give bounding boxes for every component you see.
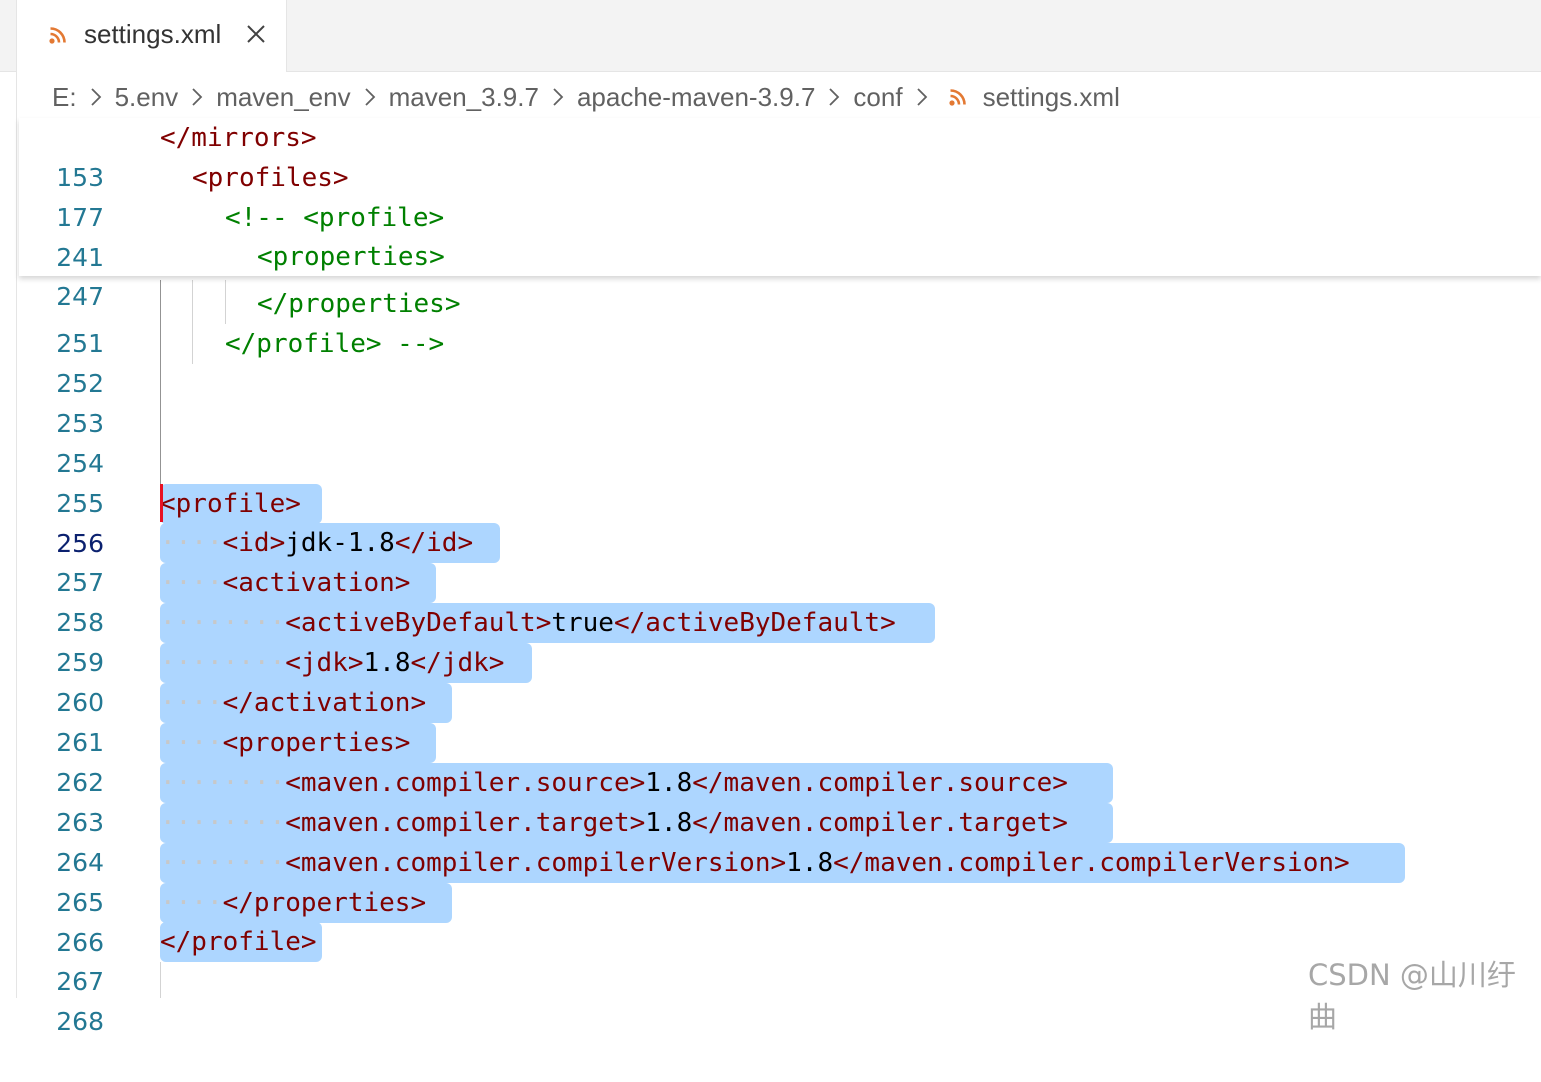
code-line[interactable]: 251 </properties> <box>0 284 1541 358</box>
code-line[interactable]: 266 ····</properties> <box>0 883 1541 957</box>
code-text: ····<properties> <box>160 723 410 763</box>
chevron-right-icon <box>553 88 564 106</box>
code-line[interactable]: 255 <box>0 444 1541 518</box>
code-text: <profile> <box>160 489 301 519</box>
whitespace-dots: ···· <box>160 888 223 918</box>
xml-value: jdk-1.8 <box>285 528 395 558</box>
xml-close-tag: </maven.compiler.target> <box>692 808 1068 838</box>
rss-file-icon <box>49 27 66 44</box>
whitespace-dots: ········ <box>160 848 286 878</box>
sticky-line[interactable]: 177 <profiles> <box>0 158 1541 232</box>
whitespace-dots: ···· <box>160 688 223 718</box>
code-text: ····</activation> <box>160 683 426 723</box>
code-line[interactable]: 265 ········<maven.compiler.compilerVers… <box>0 843 1541 917</box>
code-text: <!-- <profile> <box>225 203 445 233</box>
whitespace-dots: ···· <box>160 728 223 758</box>
code-text: <properties> <box>257 242 445 272</box>
whitespace-dots: ···· <box>160 528 223 558</box>
xml-open-tag: <maven.compiler.compilerVersion> <box>285 848 787 878</box>
code-text: ········<maven.compiler.compilerVersion>… <box>160 843 1350 883</box>
code-line[interactable]: 259 ········<activeByDefault>true</activ… <box>0 603 1541 677</box>
code-line[interactable]: 264 ········<maven.compiler.target>1.8</… <box>0 803 1541 877</box>
code-text: </mirrors> <box>160 123 317 153</box>
breadcrumb-item-maven-env[interactable]: maven_env <box>216 82 350 113</box>
code-text: ········<jdk>1.8</jdk> <box>160 643 504 683</box>
xml-tag: <activation> <box>222 568 411 598</box>
code-text: <profiles> <box>192 163 349 193</box>
breadcrumb-item-conf[interactable]: conf <box>853 82 902 113</box>
breadcrumb-item-maven-version[interactable]: maven_3.9.7 <box>389 82 539 113</box>
code-text: </properties> <box>257 289 461 319</box>
xml-open-tag: <maven.compiler.target> <box>285 808 646 838</box>
code-line[interactable]: 258 ····<activation> <box>0 563 1541 637</box>
rss-file-icon <box>948 89 966 106</box>
whitespace-dots: ········ <box>160 808 286 838</box>
code-line[interactable]: 252 </profile> --> <box>0 324 1541 398</box>
breadcrumb: E: 5.env maven_env maven_3.9.7 apache-ma… <box>52 80 1120 114</box>
code-line-active[interactable]: 256 <profile> <box>0 484 1541 558</box>
breadcrumb-item-apache-maven[interactable]: apache-maven-3.9.7 <box>577 82 815 113</box>
code-line[interactable]: 253 <box>0 364 1541 438</box>
xml-tag: <properties> <box>222 728 411 758</box>
chevron-right-icon <box>364 88 375 106</box>
close-icon[interactable] <box>246 24 266 44</box>
xml-close-tag: </activeByDefault> <box>613 608 896 638</box>
tab-label: settings.xml <box>84 19 222 49</box>
code-line[interactable]: 254 <box>0 404 1541 478</box>
xml-value: 1.8 <box>645 808 693 838</box>
xml-tag: </properties> <box>222 888 427 918</box>
xml-value: 1.8 <box>363 648 411 678</box>
code-text: </profile> --> <box>225 329 445 359</box>
breadcrumb-item-file[interactable]: settings.xml <box>983 82 1120 113</box>
line-number: 268 <box>56 1007 104 1036</box>
code-text: ····</properties> <box>160 883 426 923</box>
code-text: ········<activeByDefault>true</activeByD… <box>160 603 896 643</box>
sticky-line[interactable]: 153 </mirrors> <box>0 118 1541 192</box>
whitespace-dots: ········ <box>160 608 286 638</box>
code-text: ········<maven.compiler.source>1.8</mave… <box>160 763 1068 803</box>
whitespace-dots: ···· <box>160 568 223 598</box>
code-line[interactable]: 260 ········<jdk>1.8</jdk> <box>0 643 1541 717</box>
xml-close-tag: </jdk> <box>410 648 505 678</box>
watermark: CSDN @山川纡曲 <box>1308 958 1516 1034</box>
chevron-right-icon <box>192 88 203 106</box>
xml-open-tag: <jdk> <box>285 648 364 678</box>
chevron-right-icon <box>829 88 840 106</box>
xml-open-tag: <activeByDefault> <box>285 608 552 638</box>
xml-close-tag: </maven.compiler.compilerVersion> <box>833 848 1350 878</box>
xml-close-tag: </id> <box>394 528 474 558</box>
sticky-line[interactable]: 247 <properties> <box>0 237 1541 311</box>
tab-settings-xml[interactable]: settings.xml <box>17 0 287 72</box>
code-text: ····<id>jdk-1.8</id> <box>160 523 473 563</box>
code-text: ····<activation> <box>160 563 410 603</box>
code-line[interactable]: 257 ····<id>jdk-1.8</id> <box>0 523 1541 597</box>
sticky-line[interactable]: 241 <!-- <profile> <box>0 198 1541 272</box>
xml-value: 1.8 <box>645 768 693 798</box>
xml-tag: </activation> <box>222 688 427 718</box>
xml-open-tag: <maven.compiler.source> <box>285 768 646 798</box>
breadcrumb-item-drive[interactable]: E: <box>52 82 77 113</box>
xml-open-tag: <id> <box>222 528 286 558</box>
chevron-right-icon <box>916 88 927 106</box>
xml-value: 1.8 <box>786 848 834 878</box>
xml-close-tag: </maven.compiler.source> <box>692 768 1068 798</box>
code-text: ········<maven.compiler.target>1.8</mave… <box>160 803 1068 843</box>
breadcrumb-item-5env[interactable]: 5.env <box>115 82 179 113</box>
code-line[interactable]: 261 ····</activation> <box>0 683 1541 757</box>
chevron-right-icon <box>90 88 101 106</box>
text-cursor <box>160 484 163 522</box>
xml-value: true <box>551 608 614 638</box>
code-text: </profile> <box>160 927 317 957</box>
sticky-scroll-header[interactable]: 153 </mirrors> 177 <profiles> 241 <!-- <… <box>19 118 1541 311</box>
whitespace-dots: ········ <box>160 768 286 798</box>
code-line[interactable]: 262 ····<properties> <box>0 723 1541 797</box>
code-line[interactable]: 263 ········<maven.compiler.source>1.8</… <box>0 763 1541 837</box>
whitespace-dots: ········ <box>160 648 286 678</box>
line-number: 247 <box>56 282 104 311</box>
